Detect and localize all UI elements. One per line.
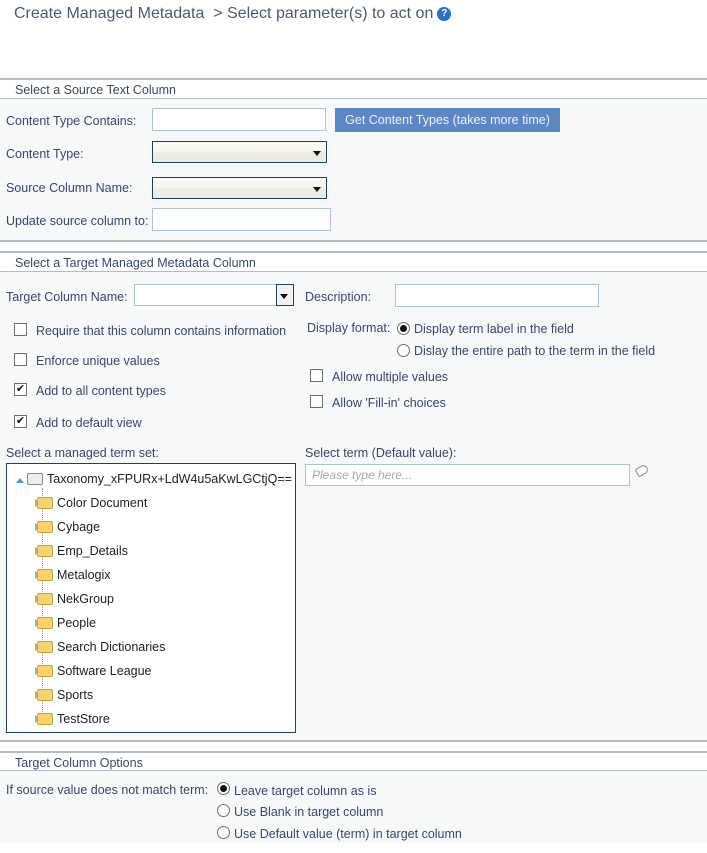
tree-node[interactable]: Color Document — [35, 496, 148, 510]
term-group-folder-icon — [37, 665, 53, 677]
leave-as-is-radio[interactable] — [217, 782, 230, 795]
display-entire-path-radio[interactable] — [397, 344, 410, 357]
display-term-label-radio[interactable] — [397, 322, 410, 335]
tree-node-label: Software League — [57, 664, 152, 678]
tree-node-label: Metalogix — [57, 568, 111, 582]
tree-node[interactable]: Emp_Details — [35, 544, 128, 558]
tree-root[interactable]: Taxonomy_xFPURx+LdW4u5aKwLGCtjQ== — [27, 472, 292, 486]
term-set-tree[interactable]: Taxonomy_xFPURx+LdW4u5aKwLGCtjQ== Color … — [6, 463, 296, 733]
display-term-label-text: Display term label in the field — [414, 322, 574, 336]
add-all-content-types-checkbox[interactable]: ✔ — [14, 383, 27, 396]
tree-node[interactable]: Metalogix — [35, 568, 111, 582]
tree-node[interactable]: Cybage — [35, 520, 101, 534]
get-content-types-button[interactable]: Get Content Types (takes more time) — [335, 108, 560, 132]
add-default-view-checkbox[interactable]: ✔ — [14, 415, 27, 428]
tree-node-label: NekGroup — [57, 592, 114, 606]
tree-node-label: Search Dictionaries — [57, 640, 166, 654]
term-group-folder-icon — [37, 713, 53, 725]
content-type-contains-input[interactable] — [152, 108, 326, 131]
add-all-content-types-label: Add to all content types — [36, 384, 166, 398]
tree-root-label: Taxonomy_xFPURx+LdW4u5aKwLGCtjQ== — [47, 472, 292, 486]
tree-node[interactable]: TestStore — [35, 712, 110, 726]
divider — [0, 78, 707, 80]
display-entire-path-text: Dislay the entire path to the term in th… — [414, 344, 656, 358]
term-group-folder-icon — [37, 569, 53, 581]
term-group-folder-icon — [37, 521, 53, 533]
term-set-label: Select a managed term set: — [6, 446, 159, 460]
add-default-view-label: Add to default view — [36, 416, 142, 430]
divider — [0, 240, 707, 242]
divider — [0, 251, 707, 253]
taxonomy-icon — [27, 473, 43, 485]
term-group-folder-icon — [37, 497, 53, 509]
collapse-icon[interactable] — [16, 478, 24, 483]
tree-node-label: Sports — [57, 688, 94, 702]
tree-node[interactable]: Software League — [35, 664, 152, 678]
divider — [0, 740, 707, 742]
allow-fill-in-checkbox[interactable] — [310, 395, 323, 408]
use-blank-label: Use Blank in target column — [234, 805, 384, 819]
description-label: Description: — [305, 290, 371, 304]
tree-node[interactable]: Search Dictionaries — [35, 640, 166, 654]
allow-fill-in-label: Allow 'Fill-in' choices — [332, 396, 446, 410]
content-type-select[interactable] — [152, 141, 327, 163]
tree-node-label: People — [57, 616, 96, 630]
use-default-label: Use Default value (term) in target colum… — [234, 827, 462, 841]
page-title: Create Managed Metadata > Select paramet… — [14, 5, 452, 23]
content-type-contains-label: Content Type Contains: — [6, 114, 137, 128]
divider — [0, 751, 707, 753]
source-column-select[interactable] — [152, 177, 327, 199]
tree-node[interactable]: People — [35, 616, 96, 630]
title-text: Create Managed Metadata — [14, 5, 205, 22]
section-heading-options: Target Column Options — [15, 756, 143, 770]
update-source-input[interactable] — [152, 208, 331, 231]
tree-node[interactable]: Sports — [35, 688, 94, 702]
update-source-label: Update source column to: — [6, 214, 149, 228]
select-term-input[interactable]: Please type here... — [305, 464, 630, 486]
enforce-unique-label: Enforce unique values — [36, 354, 160, 368]
select-term-label: Select term (Default value): — [305, 446, 457, 460]
tree-node-label: Color Document — [57, 496, 148, 510]
question-circle-icon[interactable]: ? — [437, 7, 452, 21]
term-group-folder-icon — [37, 545, 53, 557]
section-heading-source: Select a Source Text Column — [15, 83, 176, 97]
content-type-label: Content Type: — [6, 147, 84, 161]
tree-node-label: Emp_Details — [57, 544, 128, 558]
term-group-folder-icon — [37, 641, 53, 653]
section-heading-target: Select a Target Managed Metadata Column — [15, 256, 256, 270]
subtitle-text: > Select parameter(s) to act on — [213, 5, 434, 22]
display-format-label: Display format: — [307, 321, 391, 335]
term-group-folder-icon — [37, 689, 53, 701]
require-info-checkbox[interactable] — [14, 323, 27, 336]
term-group-folder-icon — [37, 617, 53, 629]
enforce-unique-checkbox[interactable] — [14, 353, 27, 366]
use-blank-radio[interactable] — [217, 804, 230, 817]
term-group-folder-icon — [37, 593, 53, 605]
source-column-label: Source Column Name: — [6, 181, 133, 195]
tree-node[interactable]: NekGroup — [35, 592, 114, 606]
allow-multiple-checkbox[interactable] — [310, 369, 323, 382]
tree-node-label: TestStore — [57, 712, 110, 726]
target-column-label: Target Column Name: — [6, 290, 128, 304]
target-column-combobox[interactable] — [134, 284, 294, 306]
target-column-dropdown-button[interactable] — [276, 284, 294, 306]
require-info-label: Require that this column contains inform… — [36, 324, 287, 338]
tree-node-label: Cybage — [57, 520, 101, 534]
mismatch-label: If source value does not match term: — [6, 783, 209, 797]
use-default-radio[interactable] — [217, 826, 230, 839]
allow-multiple-label: Allow multiple values — [332, 370, 449, 384]
leave-as-is-label: Leave target column as is — [234, 784, 377, 798]
description-input[interactable] — [395, 284, 599, 307]
